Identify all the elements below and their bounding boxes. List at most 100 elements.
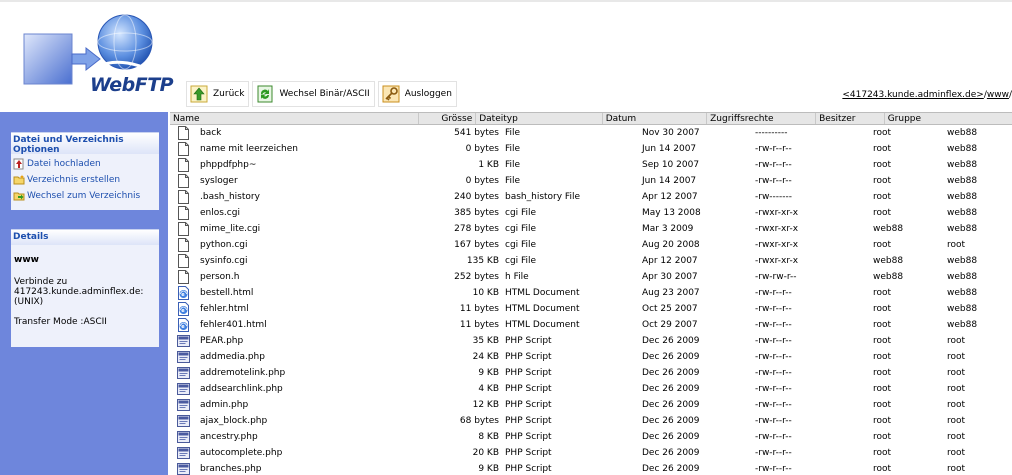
table-row[interactable]: phppdfphp~ 1 KB File Sep 10 2007 -rw-r--r-- r… [170,157,1012,173]
table-row[interactable]: ancestry.php 8 KB PHP Script Dec 26 2009 -rw… [170,429,1012,445]
file-date: Aug 23 2007 [642,288,700,298]
create-folder-label: Verzeichnis erstellen [27,175,121,185]
column-header-permissions[interactable]: Zugriffsrechte [707,113,817,124]
table-row[interactable]: branches.php 9 KB PHP Script Dec 26 2009 -rw… [170,461,1012,475]
breadcrumb-host-link[interactable]: <417243.kunde.adminflex.de> [842,90,983,100]
file-name[interactable]: ajax_block.php [200,416,267,426]
file-name[interactable]: python.cgi [200,240,248,250]
file-group: web88 [947,272,978,282]
file-name[interactable]: ancestry.php [200,432,258,442]
file-name-cell[interactable]: person.h [170,270,440,284]
logout-button[interactable]: Ausloggen [377,81,457,107]
file-name-cell[interactable]: autocomplete.php [170,446,440,460]
file-name[interactable]: back [200,128,221,138]
file-date: Apr 12 2007 [642,256,698,266]
table-row[interactable]: PEAR.php 35 KB PHP Script Dec 26 2009 -rw-r-… [170,333,1012,349]
table-row[interactable]: person.h 252 bytes h File Apr 30 2007 -rw-rw… [170,269,1012,285]
file-name[interactable]: PEAR.php [200,336,243,346]
file-group: web88 [947,320,978,330]
php-file-icon [177,430,190,444]
file-name-cell[interactable]: addmedia.php [170,350,440,364]
file-name-cell[interactable]: sysinfo.cgi [170,254,440,268]
create-folder-link[interactable]: Verzeichnis erstellen [13,172,157,188]
file-name[interactable]: sysinfo.cgi [200,256,247,266]
file-name[interactable]: addsearchlink.php [200,384,283,394]
table-row[interactable]: python.cgi 167 bytes cgi File Aug 20 2008 -r… [170,237,1012,253]
column-header-group[interactable]: Gruppe [885,113,1012,124]
file-owner: web88 [873,224,904,234]
table-row[interactable]: admin.php 12 KB PHP Script Dec 26 2009 -rw-r… [170,397,1012,413]
table-row[interactable]: sysloger 0 bytes File Jun 14 2007 -rw-r--r--… [170,173,1012,189]
file-name[interactable]: enlos.cgi [200,208,240,218]
file-name-cell[interactable]: enlos.cgi [170,206,440,220]
file-name[interactable]: bestell.html [200,288,253,298]
breadcrumb-dir-link[interactable]: www [987,90,1009,100]
file-name-cell[interactable]: python.cgi [170,238,440,252]
column-header-size[interactable]: Grösse [419,113,477,124]
file-name[interactable]: addmedia.php [200,352,265,362]
file-name[interactable]: admin.php [200,400,248,410]
table-row[interactable]: e fehler401.html 11 bytes HTML Document Oct … [170,317,1012,333]
file-name-cell[interactable]: branches.php [170,462,440,475]
column-header-name[interactable]: Name [170,113,419,124]
file-name-cell[interactable]: ancestry.php [170,430,440,444]
table-row[interactable]: addremotelink.php 9 KB PHP Script Dec 26 20… [170,365,1012,381]
table-row[interactable]: ajax_block.php 68 bytes PHP Script Dec 26 2… [170,413,1012,429]
file-permissions: -rw-r--r-- [755,176,792,186]
file-name[interactable]: branches.php [200,464,262,474]
file-name-cell[interactable]: PEAR.php [170,334,440,348]
back-button[interactable]: Zurück [186,81,250,107]
file-name-cell[interactable]: .bash_history [170,190,440,204]
file-group: web88 [947,304,978,314]
table-row[interactable]: e fehler.html 11 bytes HTML Document Oct 25 … [170,301,1012,317]
file-name[interactable]: .bash_history [200,192,260,202]
file-name[interactable]: fehler401.html [200,320,267,330]
file-name[interactable]: mime_lite.cgi [200,224,260,234]
table-row[interactable]: addmedia.php 24 KB PHP Script Dec 26 2009 -r… [170,349,1012,365]
file-owner: root [873,288,892,298]
table-row[interactable]: .bash_history 240 bytes bash_history File A… [170,189,1012,205]
php-file-icon [177,366,190,380]
file-name[interactable]: fehler.html [200,304,249,314]
logout-label: Ausloggen [404,89,452,99]
file-icon [177,174,190,188]
table-row[interactable]: enlos.cgi 385 bytes cgi File May 13 2008 -rw… [170,205,1012,221]
file-date: Dec 26 2009 [642,448,700,458]
file-type: File [505,160,521,170]
file-name-cell[interactable]: sysloger [170,174,440,188]
file-name-cell[interactable]: phppdfphp~ [170,158,440,172]
column-header-date[interactable]: Datum [603,113,708,124]
file-name-cell[interactable]: e bestell.html [170,286,440,300]
table-row[interactable]: sysinfo.cgi 135 KB cgi File Apr 12 2007 -rwx… [170,253,1012,269]
file-permissions: -rw-r--r-- [755,400,792,410]
file-name[interactable]: phppdfphp~ [200,160,256,170]
file-permissions: -rw-rw-r-- [755,272,797,282]
file-name[interactable]: name mit leerzeichen [200,144,298,154]
file-name-cell[interactable]: e fehler.html [170,302,440,316]
file-name-cell[interactable]: addremotelink.php [170,366,440,380]
file-name-cell[interactable]: mime_lite.cgi [170,222,440,236]
file-name[interactable]: sysloger [200,176,238,186]
column-header-owner[interactable]: Besitzer [816,113,885,124]
table-row[interactable]: addsearchlink.php 4 KB PHP Script Dec 26 20… [170,381,1012,397]
upload-file-link[interactable]: Datei hochladen [13,156,157,172]
change-directory-link[interactable]: Wechsel zum Verzeichnis [13,188,157,204]
file-name-cell[interactable]: admin.php [170,398,440,412]
table-row[interactable]: name mit leerzeichen 0 bytes File Jun 14 20… [170,141,1012,157]
file-date: Jun 14 2007 [642,144,697,154]
file-name-cell[interactable]: ajax_block.php [170,414,440,428]
file-name[interactable]: addremotelink.php [200,368,285,378]
file-name-cell[interactable]: name mit leerzeichen [170,142,440,156]
file-name-cell[interactable]: back [170,126,440,140]
file-name[interactable]: autocomplete.php [200,448,282,458]
table-row[interactable]: back 541 bytes File Nov 30 2007 ---------- ro… [170,125,1012,141]
table-row[interactable]: autocomplete.php 20 KB PHP Script Dec 26 20… [170,445,1012,461]
file-type: File [505,128,521,138]
file-name[interactable]: person.h [200,272,239,282]
column-header-type[interactable]: Dateityp [476,113,603,124]
toggle-mode-button[interactable]: Wechsel Binär/ASCII [252,81,375,107]
table-row[interactable]: mime_lite.cgi 278 bytes cgi File Mar 3 2009… [170,221,1012,237]
file-name-cell[interactable]: e fehler401.html [170,318,440,332]
file-name-cell[interactable]: addsearchlink.php [170,382,440,396]
table-row[interactable]: e bestell.html 10 KB HTML Document Aug 23 20… [170,285,1012,301]
